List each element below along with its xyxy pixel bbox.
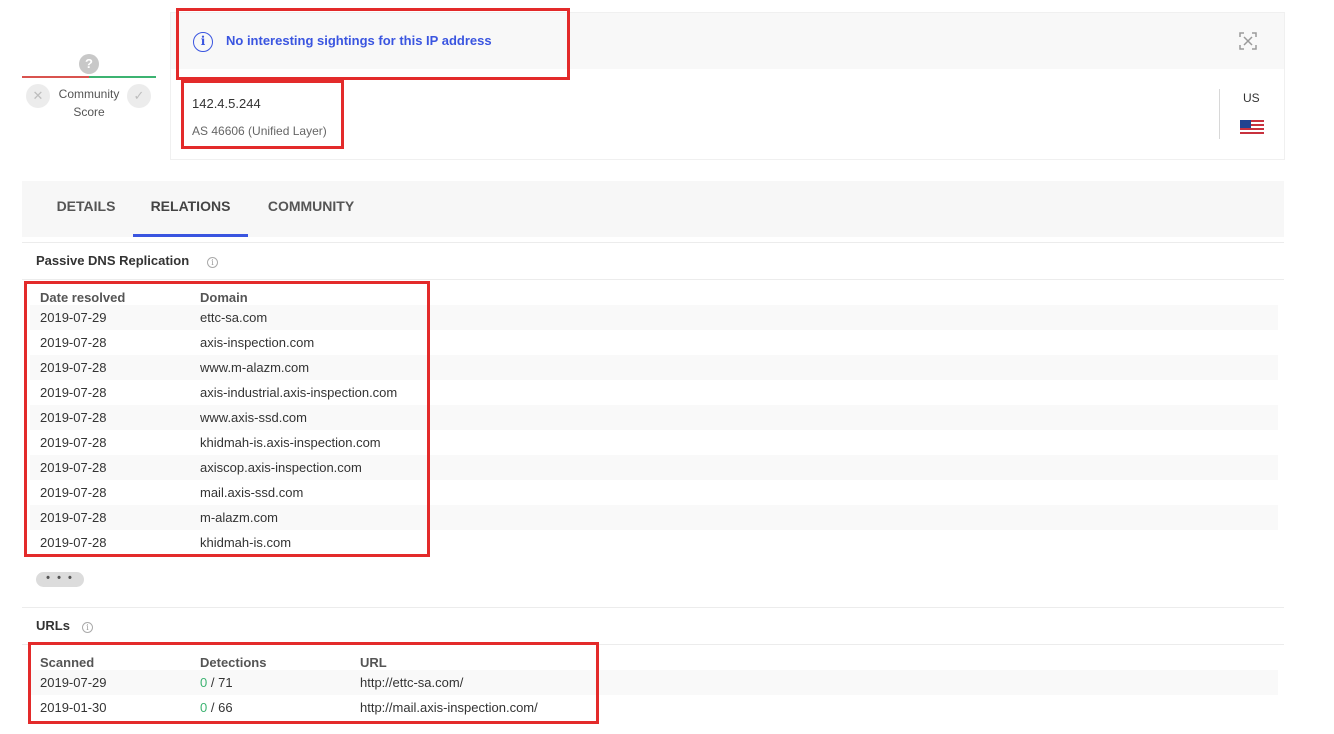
community-score-label: Community Score <box>52 85 126 121</box>
annotation-box-dns <box>24 281 430 557</box>
divider <box>22 242 1284 243</box>
annotation-box-ip <box>181 80 344 149</box>
show-more-button[interactable]: • • • <box>36 572 84 587</box>
tab-relations[interactable]: RELATIONS <box>133 181 248 237</box>
passive-dns-info-icon[interactable]: i <box>207 257 218 268</box>
question-icon: ? <box>79 54 99 74</box>
annotation-box-banner <box>176 8 570 80</box>
divider <box>22 279 1284 280</box>
tab-community[interactable]: COMMUNITY <box>256 181 366 237</box>
header-divider <box>1219 89 1220 139</box>
score-bar-malicious <box>22 76 89 78</box>
vote-harmless-icon[interactable]: ✓ <box>127 84 151 108</box>
community-score: ? ✕ ✓ Community Score <box>22 52 156 124</box>
urls-info-icon[interactable]: i <box>82 622 93 633</box>
us-flag-icon <box>1240 120 1264 136</box>
tab-bar: DETAILS RELATIONS COMMUNITY <box>22 181 1284 237</box>
country-code: US <box>1243 91 1260 105</box>
tab-details[interactable]: DETAILS <box>46 181 126 237</box>
community-score-label-line1: Community <box>58 87 120 101</box>
urls-title: URLs <box>36 618 70 633</box>
annotation-box-urls <box>28 642 599 724</box>
vote-malicious-icon[interactable]: ✕ <box>26 84 50 108</box>
passive-dns-title: Passive DNS Replication <box>36 253 190 268</box>
fullscreen-icon[interactable] <box>1238 31 1258 51</box>
score-bar-harmless <box>89 76 156 78</box>
divider <box>22 607 1284 608</box>
community-score-label-line2: Score <box>73 105 105 119</box>
